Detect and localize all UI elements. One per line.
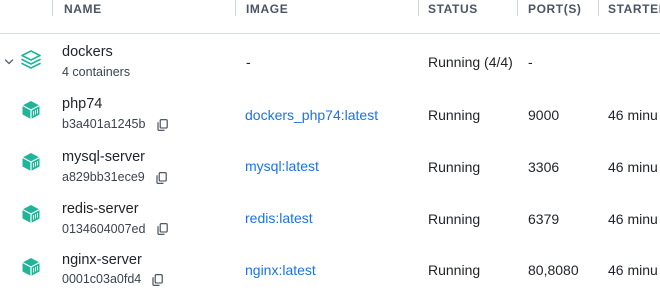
container-icon bbox=[22, 101, 40, 119]
column-header-started[interactable]: STARTED bbox=[608, 0, 660, 33]
container-ports[interactable]: 9000 bbox=[528, 107, 559, 123]
container-icon bbox=[22, 258, 40, 276]
container-name[interactable]: mysql-server bbox=[62, 149, 145, 165]
container-id: 0134604007ed bbox=[62, 222, 146, 236]
table-header: NAME IMAGE STATUS PORT(S) STARTED bbox=[0, 0, 660, 34]
group-container-count: 4 containers bbox=[62, 65, 131, 79]
container-image-link[interactable]: dockers_php74:latest bbox=[245, 107, 378, 123]
container-status: Running bbox=[428, 211, 481, 227]
column-separator[interactable] bbox=[517, 0, 518, 16]
container-icon bbox=[22, 205, 40, 223]
container-image-link[interactable]: mysql:latest bbox=[245, 158, 319, 174]
container-image-link[interactable]: redis:latest bbox=[245, 210, 313, 226]
container-ports[interactable]: 80,8080 bbox=[528, 262, 579, 278]
container-id: 0001c03a0fd4 bbox=[62, 272, 142, 286]
container-id: b3a401a1245b bbox=[62, 117, 146, 131]
copy-icon[interactable] bbox=[156, 172, 167, 184]
container-started: 46 minu bbox=[608, 211, 658, 227]
container-image-link[interactable]: nginx:latest bbox=[245, 262, 316, 278]
group-ports: - bbox=[528, 54, 533, 70]
column-separator[interactable] bbox=[418, 0, 419, 16]
column-header-name[interactable]: NAME bbox=[64, 0, 102, 33]
column-header-status[interactable]: STATUS bbox=[428, 0, 478, 33]
container-status: Running bbox=[428, 262, 481, 278]
container-row[interactable]: php74 b3a401a1245b dockers_php74:latest … bbox=[0, 88, 660, 140]
stack-icon bbox=[21, 50, 41, 69]
copy-icon[interactable] bbox=[152, 274, 163, 286]
container-status: Running bbox=[428, 159, 481, 175]
container-ports[interactable]: 3306 bbox=[528, 159, 559, 175]
container-started: 46 minu bbox=[608, 107, 658, 123]
copy-icon[interactable] bbox=[157, 223, 168, 235]
container-name[interactable]: php74 bbox=[62, 96, 102, 112]
group-image: - bbox=[246, 54, 251, 70]
container-ports[interactable]: 6379 bbox=[528, 211, 559, 227]
group-status: Running (4/4) bbox=[428, 54, 513, 70]
column-header-image[interactable]: IMAGE bbox=[246, 0, 288, 33]
container-started: 46 minu bbox=[608, 159, 658, 175]
column-separator[interactable] bbox=[235, 0, 236, 16]
copy-icon[interactable] bbox=[157, 119, 168, 131]
column-separator[interactable] bbox=[598, 0, 599, 16]
container-status: Running bbox=[428, 107, 481, 123]
column-separator[interactable] bbox=[52, 0, 53, 16]
compose-group-row[interactable]: dockers 4 containers - Running (4/4) - bbox=[0, 34, 660, 86]
container-id: a829bb31ece9 bbox=[62, 170, 145, 184]
container-row[interactable]: redis-server 0134604007ed redis:latest R… bbox=[0, 192, 660, 244]
containers-table: NAME IMAGE STATUS PORT(S) STARTED docker… bbox=[0, 0, 660, 290]
container-started: 46 minu bbox=[608, 262, 658, 278]
container-row[interactable]: mysql-server a829bb31ece9 mysql:latest R… bbox=[0, 140, 660, 192]
container-name[interactable]: nginx-server bbox=[62, 252, 142, 268]
group-name: dockers bbox=[62, 44, 113, 60]
column-header-ports[interactable]: PORT(S) bbox=[528, 0, 582, 33]
container-icon bbox=[22, 153, 40, 171]
container-name[interactable]: redis-server bbox=[62, 201, 139, 217]
container-row[interactable]: nginx-server 0001c03a0fd4 nginx:latest R… bbox=[0, 244, 660, 290]
chevron-down-icon[interactable] bbox=[4, 57, 14, 67]
